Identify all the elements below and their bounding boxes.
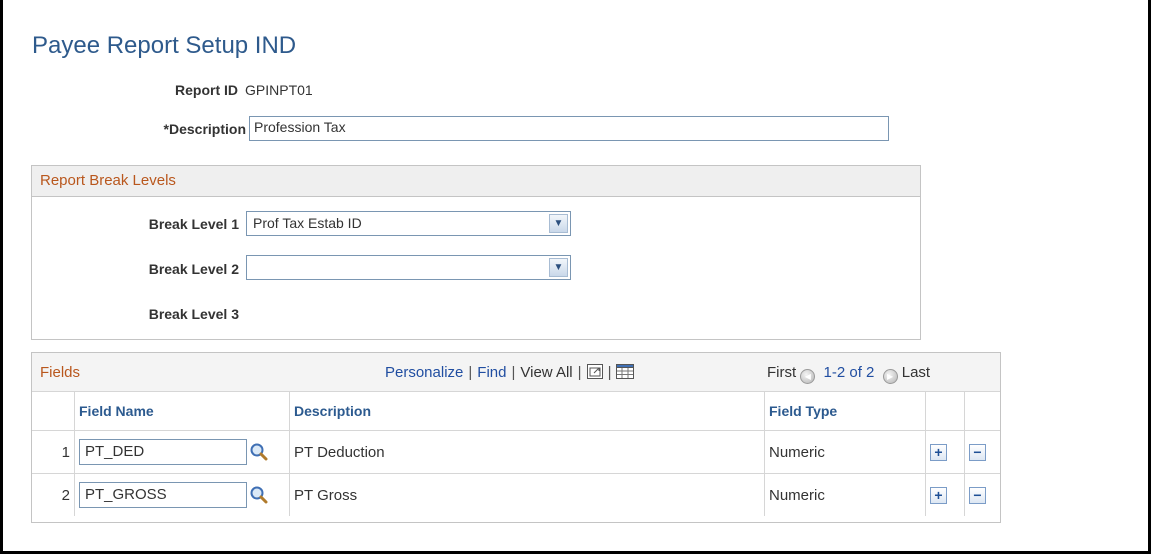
delete-cell: − <box>965 474 1001 517</box>
rownum-header <box>32 392 75 431</box>
break-level-1-label: Break Level 1 <box>148 216 239 232</box>
add-column-header <box>925 392 965 431</box>
field-type-header[interactable]: Field Type <box>764 392 926 431</box>
new-window-icon[interactable] <box>586 364 603 381</box>
field-name-header[interactable]: Field Name <box>74 392 290 431</box>
grid-tools: Personalize | Find | View All | | <box>385 364 635 381</box>
description-label: *Description <box>163 121 246 137</box>
break-level-1-select[interactable]: Prof Tax Estab ID ▼ <box>246 211 571 236</box>
description-cell: PT Gross <box>289 473 765 516</box>
break-level-2-select[interactable]: ▼ <box>246 255 571 280</box>
chevron-down-icon[interactable]: ▼ <box>549 214 568 233</box>
report-id-value: GPINPT01 <box>245 82 313 98</box>
grid-navigation-bar: Fields Personalize | Find | View All | | First… <box>32 353 1000 392</box>
first-link[interactable]: First <box>767 364 796 381</box>
separator: | <box>468 364 473 381</box>
row-number: 2 <box>32 473 75 516</box>
delete-row-button[interactable]: − <box>969 443 986 461</box>
page-title: Payee Report Setup IND <box>32 32 297 59</box>
fields-grid: Fields Personalize | Find | View All | | First… <box>31 352 1001 523</box>
report-id-label: Report ID <box>175 82 238 98</box>
right-arrow-icon[interactable]: ▶ <box>882 369 898 384</box>
personalize-link[interactable]: Personalize <box>385 364 463 381</box>
field-name-cell: PT_DED <box>74 430 290 474</box>
break-level-2-label: Break Level 2 <box>148 261 239 277</box>
fields-grid-title: Fields <box>40 364 81 381</box>
description-cell: PT Deduction <box>289 430 765 474</box>
report-break-levels-title: Report Break Levels <box>32 166 920 197</box>
delete-column-header <box>964 392 1000 431</box>
break-level-3-label: Break Level 3 <box>148 306 239 322</box>
add-row-button[interactable]: + <box>930 443 947 461</box>
delete-cell: − <box>964 430 1000 474</box>
magnifier-icon[interactable] <box>249 442 269 462</box>
separator: | <box>511 364 516 381</box>
table-row: 1 PT_DED PT Deduction Numeric + − <box>32 430 1000 474</box>
delete-row-button[interactable]: − <box>969 486 986 504</box>
add-cell: + <box>925 430 965 474</box>
separator: | <box>577 364 582 381</box>
magnifier-icon[interactable] <box>249 485 269 505</box>
grid-pagination: First ◀ 1-2 of 2 ▶ Last <box>767 364 930 384</box>
chevron-down-icon[interactable]: ▼ <box>549 258 568 277</box>
separator: | <box>607 364 612 381</box>
add-cell: + <box>925 473 965 516</box>
table-header-row: Field Name Description Field Type <box>32 392 1000 431</box>
find-link[interactable]: Find <box>477 364 506 381</box>
add-row-button[interactable]: + <box>930 486 947 504</box>
break-level-1-value: Prof Tax Estab ID <box>253 215 362 231</box>
field-type-cell: Numeric <box>764 430 926 474</box>
table-row: 2 PT_GROSS PT Gross Numeric + − <box>32 473 1001 517</box>
spreadsheet-icon[interactable] <box>616 364 635 381</box>
last-link[interactable]: Last <box>902 364 930 381</box>
field-type-cell: Numeric <box>764 473 926 516</box>
field-name-input[interactable]: PT_DED <box>79 439 247 465</box>
row-count: 1-2 of 2 <box>823 364 875 381</box>
view-all-link[interactable]: View All <box>520 364 572 381</box>
left-arrow-icon[interactable]: ◀ <box>800 369 816 384</box>
fields-table: Field Name Description Field Type 1 PT_D… <box>32 392 1000 516</box>
description-input[interactable]: Profession Tax <box>249 116 889 141</box>
field-name-cell: PT_GROSS <box>74 473 290 516</box>
description-header[interactable]: Description <box>289 392 765 431</box>
field-name-input[interactable]: PT_GROSS <box>79 482 247 508</box>
row-number: 1 <box>32 430 75 474</box>
